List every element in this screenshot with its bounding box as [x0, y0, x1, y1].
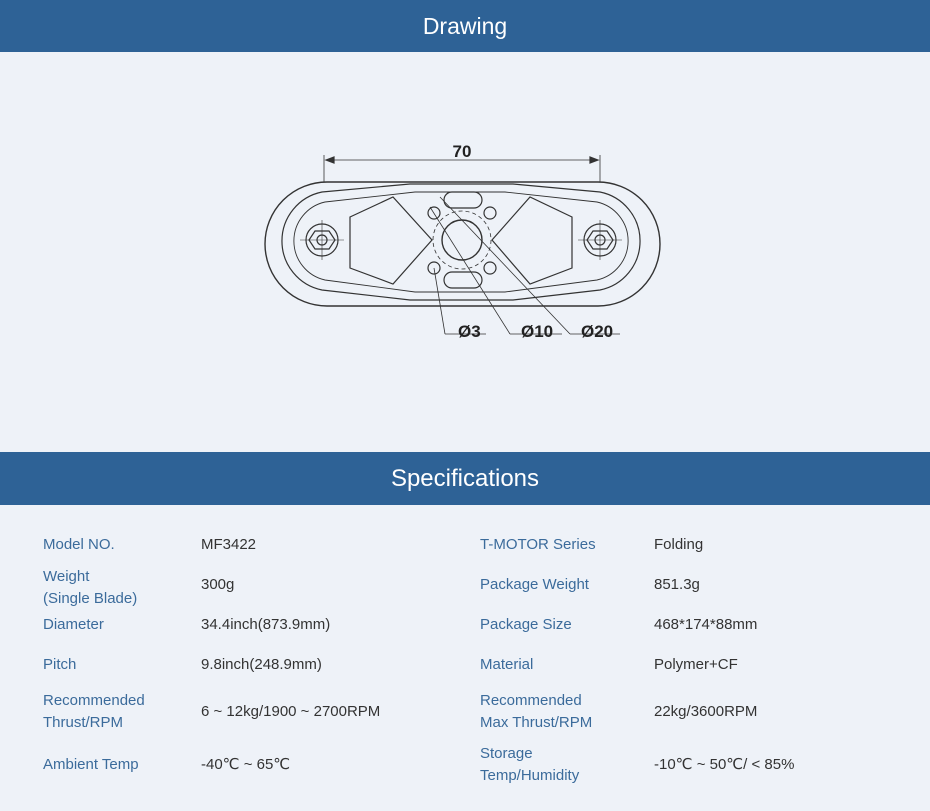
- specifications-table: Model NO. MF3422 Weight (Single Blade) 30…: [0, 505, 930, 811]
- spec-label-material: Material: [480, 656, 534, 673]
- spec-label-diameter: Diameter: [43, 616, 104, 633]
- spec-value-max-thrust: 22kg/3600RPM: [654, 703, 758, 720]
- spec-label-storage: Storage Temp/Humidity: [480, 745, 580, 784]
- spec-value-package-weight: 851.3g: [654, 576, 700, 593]
- spec-value-recommended-thrust: 6 ~ 12kg/1900 ~ 2700RPM: [201, 703, 381, 720]
- spec-label-series: T-MOTOR Series: [480, 536, 596, 553]
- hole-label-d3: Ø3: [458, 322, 481, 341]
- dimension-width-label: 70: [453, 142, 472, 161]
- spec-value-diameter: 34.4inch(873.9mm): [201, 616, 331, 633]
- hole-label-d10: Ø10: [521, 322, 553, 341]
- spec-value-material: Polymer+CF: [654, 656, 738, 673]
- spec-label-package-weight: Package Weight: [480, 576, 589, 593]
- drawing-area: 70 Ø3 Ø10 Ø20: [0, 52, 930, 452]
- specifications-title: Specifications: [390, 464, 540, 492]
- spec-label-recommended-thrust: Recommended Thrust/RPM: [43, 692, 145, 731]
- drawing-header: Drawing: [0, 0, 930, 52]
- spec-value-weight: 300g: [201, 576, 235, 593]
- technical-drawing: 70 Ø3 Ø10 Ø20: [264, 142, 661, 341]
- spec-value-ambient-temp: -40℃ ~ 65℃: [201, 756, 291, 773]
- hole-label-d20: Ø20: [581, 322, 613, 341]
- spec-value-storage: -10℃ ~ 50℃/ < 85%: [654, 756, 795, 773]
- spec-label-model: Model NO.: [43, 536, 115, 553]
- spec-label-max-thrust: Recommended Max Thrust/RPM: [480, 692, 593, 731]
- drawing-title: Drawing: [422, 12, 508, 39]
- spec-value-pitch: 9.8inch(248.9mm): [201, 656, 322, 673]
- spec-label-pitch: Pitch: [43, 656, 77, 673]
- specifications-header: Specifications: [0, 452, 930, 505]
- spec-value-series: Folding: [654, 536, 704, 553]
- spec-label-ambient-temp: Ambient Temp: [43, 756, 139, 773]
- spec-value-package-size: 468*174*88mm: [654, 616, 758, 633]
- spec-value-model: MF3422: [201, 536, 257, 553]
- spec-label-weight: Weight (Single Blade): [43, 568, 138, 607]
- spec-label-package-size: Package Size: [480, 616, 572, 633]
